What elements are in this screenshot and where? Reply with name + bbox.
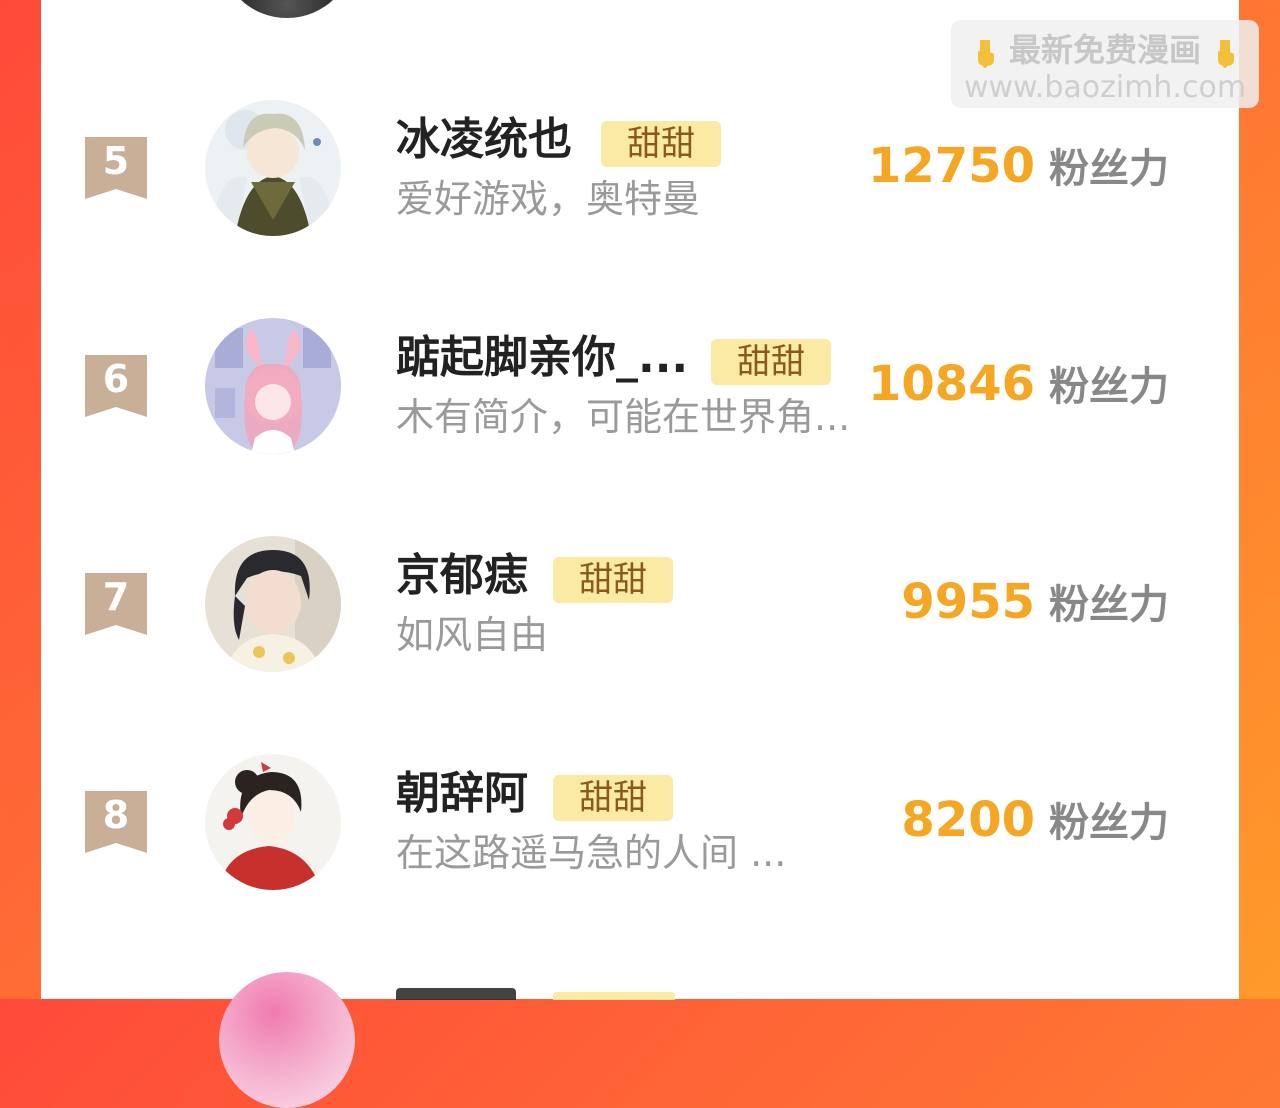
name-partial-bottom bbox=[396, 988, 516, 1000]
watermark: 最新免费漫画 www.baozimh.com bbox=[951, 20, 1259, 108]
avatar[interactable] bbox=[205, 100, 341, 236]
avatar[interactable] bbox=[205, 754, 341, 890]
user-name[interactable]: 京郁痣 bbox=[396, 548, 528, 604]
ranking-row[interactable]: 6 踮起脚亲你_... 甜甜 木有简介，可能在世界角... 10846 粉丝力 bbox=[41, 278, 1239, 496]
user-tag: 甜甜 bbox=[711, 339, 831, 385]
avatar[interactable] bbox=[205, 536, 341, 672]
fan-power-stat: 12750 粉丝力 bbox=[868, 138, 1169, 205]
user-name[interactable]: 踮起脚亲你_... bbox=[396, 330, 688, 386]
pointing-down-hand-icon bbox=[1212, 37, 1238, 68]
fan-power-label: 粉丝力 bbox=[1049, 364, 1169, 410]
user-bio: 在这路遥马急的人间 ... bbox=[396, 831, 787, 875]
rank-badge: 7 bbox=[85, 573, 147, 635]
fan-power-stat: 9955 粉丝力 bbox=[901, 574, 1169, 641]
user-bio: 爱好游戏，奥特曼 bbox=[396, 177, 701, 221]
user-name[interactable]: 朝辞阿 bbox=[396, 766, 528, 822]
user-tag: 甜甜 bbox=[601, 121, 721, 167]
user-bio: 木有简介，可能在世界角... bbox=[396, 395, 851, 439]
avatar[interactable] bbox=[205, 318, 341, 454]
ranking-row[interactable]: 7 京郁痣 甜甜 如风自由 9955 粉丝力 bbox=[41, 496, 1239, 714]
avatar-partial-bottom[interactable] bbox=[219, 972, 355, 1108]
rank-badge: 6 bbox=[85, 355, 147, 417]
fan-power-value: 10846 bbox=[868, 356, 1035, 412]
avatar-partial-top[interactable] bbox=[219, 0, 355, 18]
user-tag: 甜甜 bbox=[553, 775, 673, 821]
fan-power-label: 粉丝力 bbox=[1049, 582, 1169, 628]
watermark-title: 最新免费漫画 bbox=[951, 30, 1259, 70]
user-tag: 甜甜 bbox=[553, 557, 673, 603]
ranking-row[interactable]: 8 朝辞阿 甜甜 在这路遥马急的人间 ... 8200 粉丝力 bbox=[41, 714, 1239, 932]
fan-power-stat: 8200 粉丝力 bbox=[901, 792, 1169, 859]
ranking-panel: 5 冰凌统也 甜甜 爱好游戏，奥特曼 12750 粉丝力 6 踮起脚亲你_...… bbox=[41, 0, 1259, 1108]
fan-power-label: 粉丝力 bbox=[1049, 800, 1169, 846]
fan-power-label: 粉丝力 bbox=[1049, 146, 1169, 192]
fan-power-stat: 10846 粉丝力 bbox=[868, 356, 1169, 423]
rank-number: 8 bbox=[102, 793, 130, 837]
fan-power-value: 9955 bbox=[901, 574, 1035, 630]
pointing-down-hand-icon bbox=[972, 37, 998, 68]
rank-number: 6 bbox=[102, 357, 130, 401]
rank-number: 5 bbox=[102, 139, 130, 183]
rank-number: 7 bbox=[102, 575, 130, 619]
fan-power-value: 12750 bbox=[868, 138, 1035, 194]
watermark-url: www.baozimh.com bbox=[963, 70, 1247, 105]
rank-badge: 8 bbox=[85, 791, 147, 853]
fan-power-value: 8200 bbox=[901, 792, 1035, 848]
user-bio: 如风自由 bbox=[396, 613, 549, 657]
user-name[interactable]: 冰凌统也 bbox=[396, 112, 572, 168]
rank-badge: 5 bbox=[85, 137, 147, 199]
